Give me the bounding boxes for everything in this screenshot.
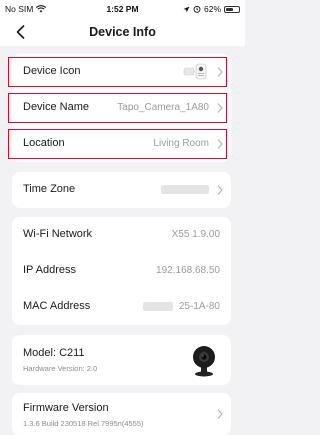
highlight-box-device-icon bbox=[8, 57, 227, 87]
firmware-card: Firmware Version 1.3.6 Build 230518 Rel.… bbox=[12, 393, 231, 435]
ip-value: 192.168.68.50 bbox=[156, 265, 220, 276]
model-card: Model: C211 Hardware Version: 2.0 bbox=[12, 335, 231, 385]
hardware-version: Hardware Version: 2.0 bbox=[23, 364, 98, 373]
location-arrow-icon bbox=[183, 6, 190, 12]
page-title: Device Info bbox=[89, 25, 156, 39]
wifi-value: X55 1.9.00 bbox=[171, 229, 220, 240]
firmware-label: Firmware Version bbox=[23, 402, 109, 414]
wifi-row: Wi-Fi Network X55 1.9.00 bbox=[12, 217, 231, 253]
timezone-label: Time Zone bbox=[23, 183, 76, 195]
nav-bar: Device Info bbox=[0, 18, 245, 46]
camera-device-icon bbox=[193, 346, 215, 377]
ip-label: IP Address bbox=[23, 264, 76, 276]
status-bar: No SIM 1:52 PM 62% bbox=[0, 0, 245, 18]
chevron-right-icon bbox=[217, 185, 223, 195]
model-label: Model: C211 bbox=[23, 347, 85, 359]
battery-percent: 62% bbox=[203, 4, 221, 14]
highlight-box-location bbox=[8, 129, 227, 159]
ip-row: IP Address 192.168.68.50 bbox=[12, 253, 231, 289]
timezone-card: Time Zone bbox=[12, 172, 231, 208]
firmware-row[interactable]: Firmware Version 1.3.6 Build 230518 Rel.… bbox=[12, 393, 231, 435]
mac-row: MAC Address 25-1A-80 bbox=[12, 289, 231, 325]
highlight-box-device-name bbox=[8, 93, 227, 123]
timezone-value-blurred bbox=[161, 185, 209, 194]
timezone-row[interactable]: Time Zone bbox=[12, 172, 231, 208]
wifi-label: Wi-Fi Network bbox=[23, 228, 93, 240]
status-right: 62% bbox=[183, 4, 240, 14]
battery-fill bbox=[226, 7, 234, 11]
mac-label: MAC Address bbox=[23, 300, 91, 312]
alarm-icon bbox=[193, 5, 201, 13]
firmware-version: 1.3.6 Build 230518 Rel.7995n(4555) bbox=[23, 419, 144, 428]
battery-icon bbox=[224, 5, 240, 13]
mac-value-blurred bbox=[143, 302, 173, 311]
mac-value: 25-1A-80 bbox=[178, 301, 220, 312]
chevron-right-icon bbox=[217, 409, 223, 419]
network-card: Wi-Fi Network X55 1.9.00 IP Address 192.… bbox=[12, 217, 231, 325]
